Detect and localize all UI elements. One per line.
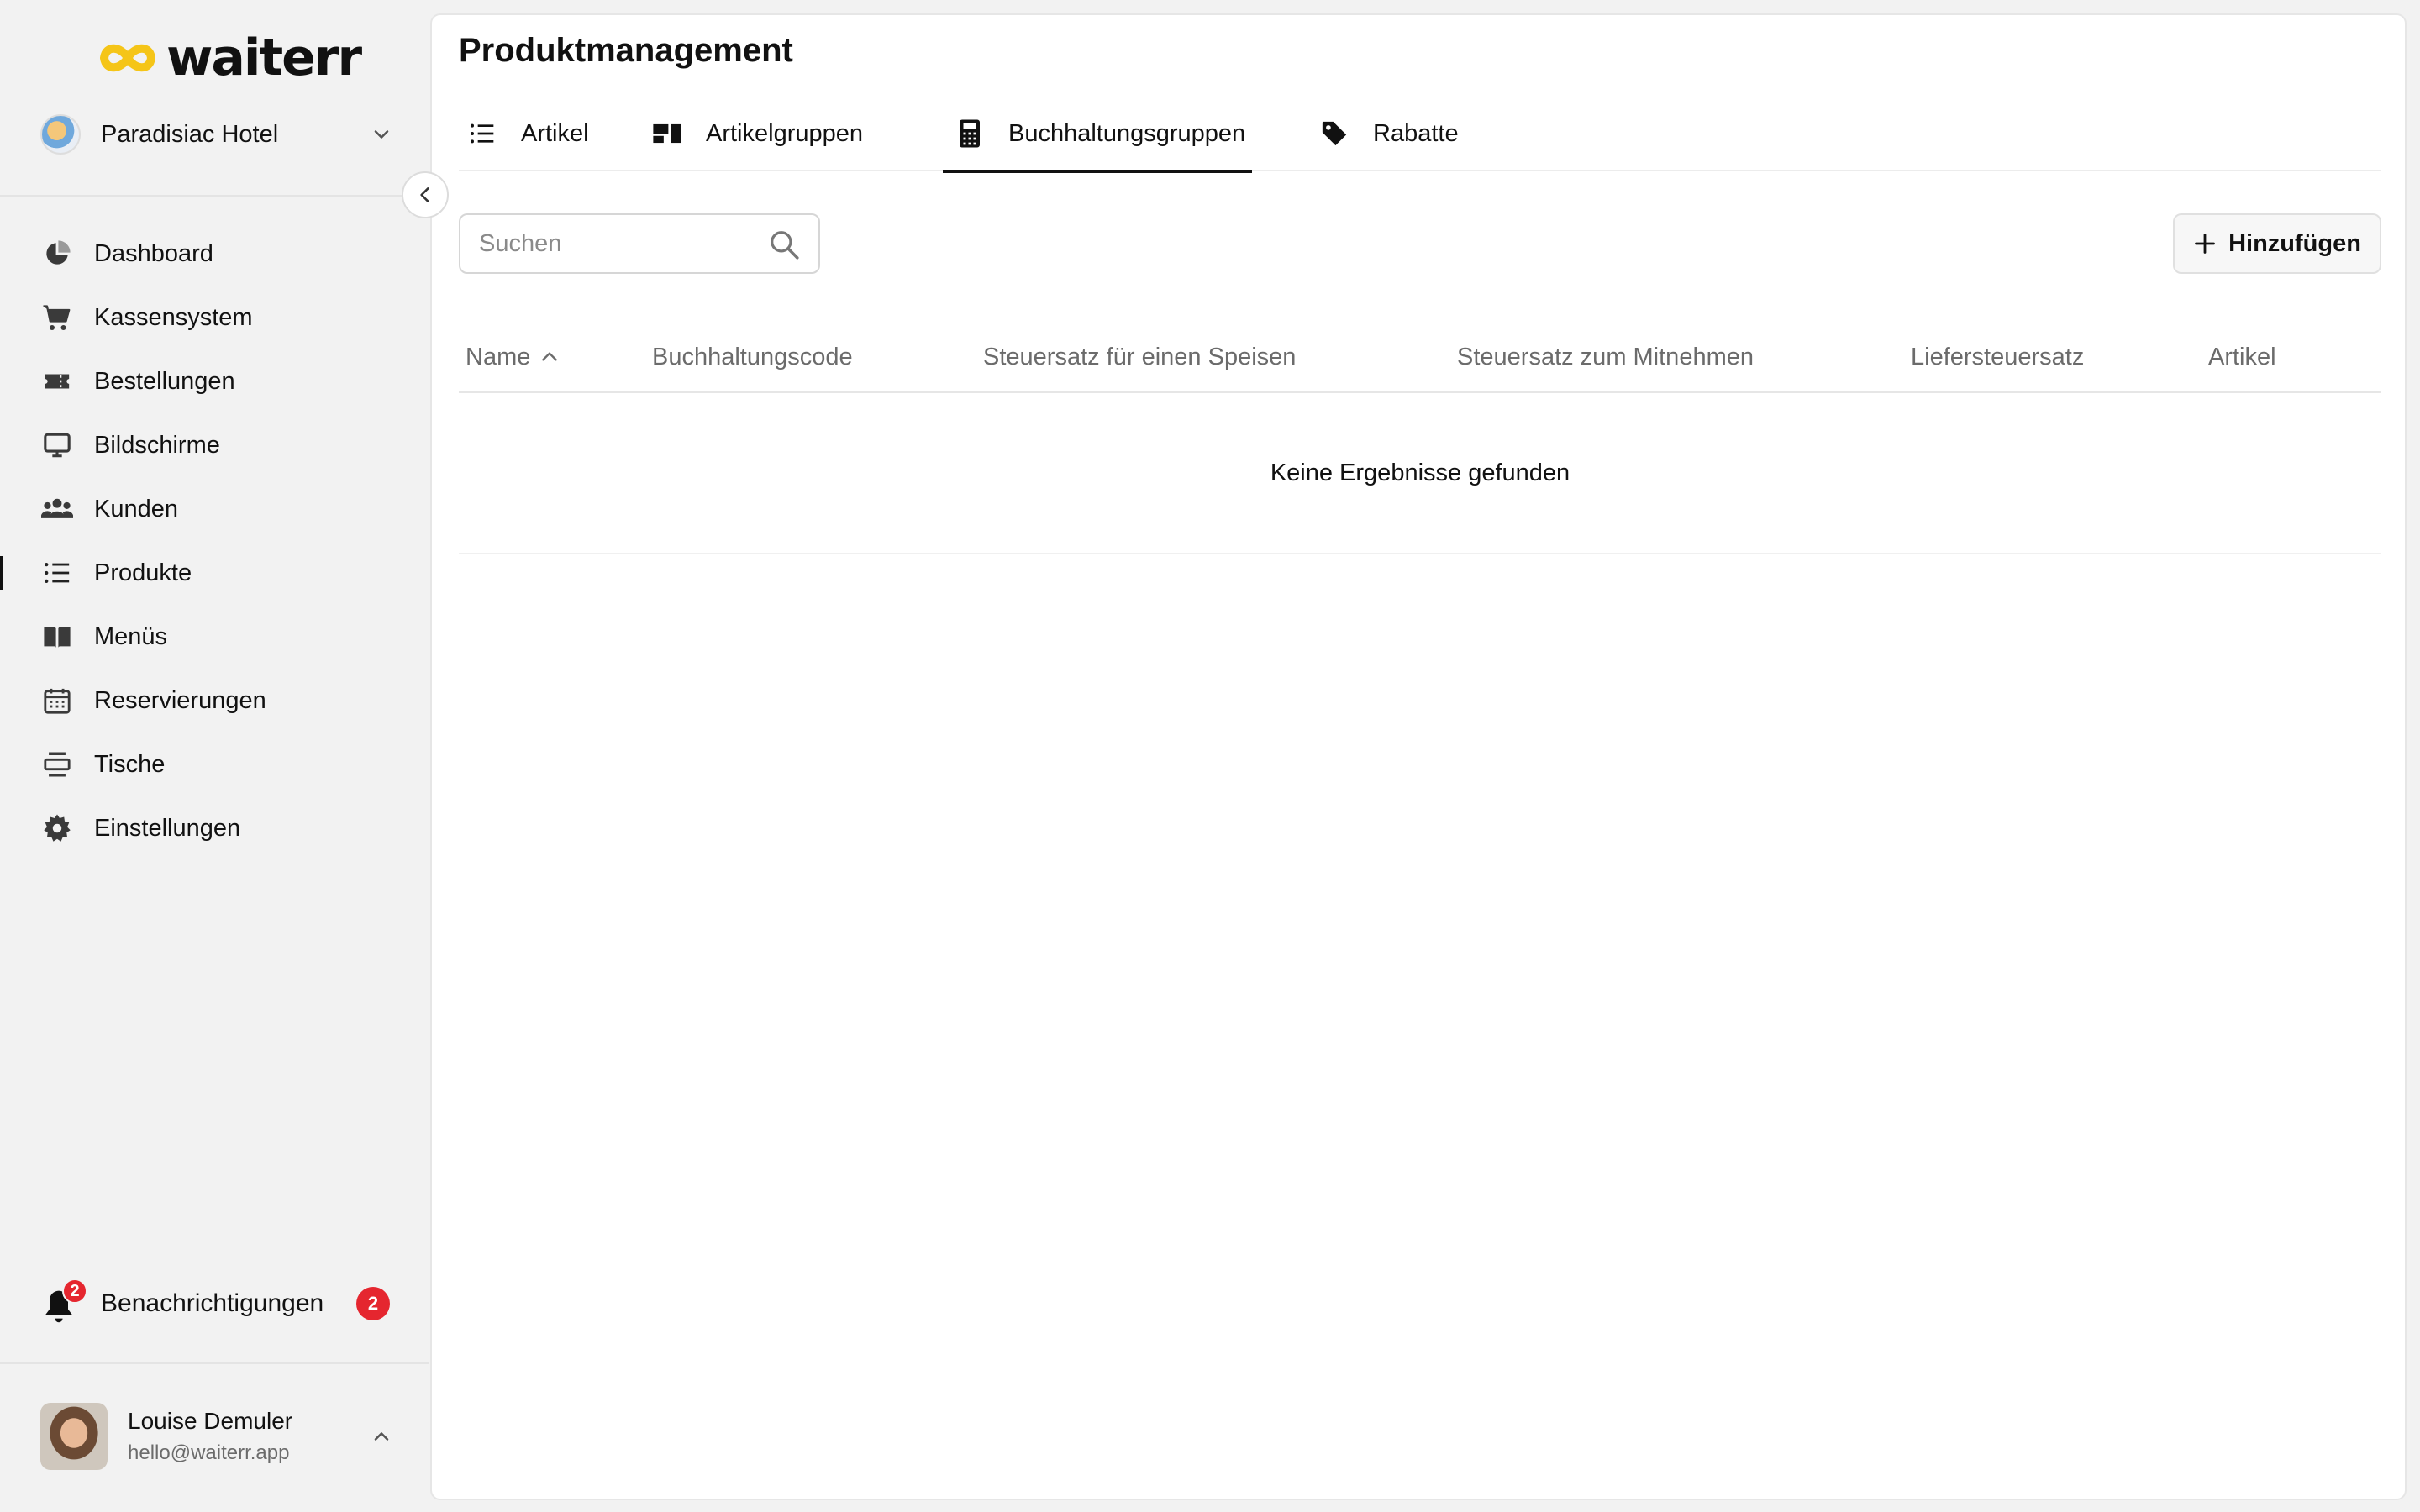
- plus-icon: [2195, 234, 2215, 254]
- sidebar-item-label: Dashboard: [94, 239, 213, 267]
- empty-state-row: Keine Ergebnisse gefunden: [459, 393, 2381, 554]
- sidebar-divider: [0, 1362, 429, 1364]
- column-label: Liefersteuersatz: [1911, 343, 2085, 370]
- sidebar-item-menues[interactable]: Menüs: [0, 605, 429, 669]
- sidebar-nav: Dashboard Kassensystem Bestellungen Bild…: [0, 222, 429, 860]
- empty-state-message: Keine Ergebnisse gefunden: [1270, 459, 1570, 486]
- sidebar-item-label: Produkte: [94, 559, 192, 586]
- tab-label: Rabatte: [1373, 119, 1459, 147]
- infinity-logo-icon: [100, 44, 155, 72]
- column-label: Artikel: [2208, 343, 2276, 370]
- sidebar-item-tische[interactable]: Tische: [0, 732, 429, 796]
- chevron-left-icon: [420, 187, 429, 202]
- page-title: Produktmanagement: [459, 32, 793, 69]
- sidebar-item-label: Reservierungen: [94, 686, 266, 714]
- tab-label: Buchhaltungsgruppen: [1008, 119, 1246, 147]
- logo-text: waiterr: [166, 29, 362, 87]
- column-header-steuersatz-speisen[interactable]: Steuersatz für einen Speisen: [983, 321, 1296, 393]
- add-button[interactable]: Hinzufügen: [2173, 213, 2381, 274]
- tab-label: Artikel: [521, 119, 589, 147]
- tab-label: Artikelgruppen: [706, 119, 863, 147]
- sidebar-item-label: Bestellungen: [94, 367, 235, 395]
- column-header-artikel[interactable]: Artikel: [2208, 321, 2276, 393]
- sidebar-item-produkte[interactable]: Produkte: [0, 541, 429, 605]
- venue-name: Paradisiac Hotel: [101, 120, 279, 148]
- accounting-groups-table: Name Buchhaltungscode Steuersatz für ein…: [459, 321, 2381, 554]
- sidebar-item-dashboard[interactable]: Dashboard: [0, 222, 429, 286]
- table-header: Name Buchhaltungscode Steuersatz für ein…: [459, 321, 2381, 393]
- column-header-name[interactable]: Name: [466, 321, 560, 393]
- bell-icon: 2: [40, 1278, 87, 1324]
- main-panel: Produktmanagement Artikel Artikelgruppen…: [430, 13, 2407, 1500]
- sidebar-item-label: Menüs: [94, 622, 168, 650]
- sidebar-item-label: Kunden: [94, 495, 178, 522]
- tab-artikelgruppen[interactable]: Artikelgruppen: [652, 96, 863, 171]
- bell-badge: 2: [62, 1278, 87, 1304]
- column-header-steuersatz-mitnehmen[interactable]: Steuersatz zum Mitnehmen: [1457, 321, 1754, 393]
- groups-icon: [652, 118, 682, 149]
- cart-icon: [40, 301, 74, 334]
- user-email: hello@waiterr.app: [128, 1441, 290, 1464]
- monitor-icon: [40, 428, 74, 462]
- sidebar-item-reservierungen[interactable]: Reservierungen: [0, 669, 429, 732]
- column-label: Buchhaltungscode: [652, 343, 853, 370]
- user-info: Louise Demuler hello@waiterr.app: [128, 1408, 292, 1465]
- column-label: Steuersatz zum Mitnehmen: [1457, 343, 1754, 370]
- sidebar-item-kunden[interactable]: Kunden: [0, 477, 429, 541]
- users-icon: [40, 492, 74, 526]
- sidebar-item-label: Bildschirme: [94, 431, 220, 459]
- list-icon: [40, 556, 74, 590]
- notifications-label: Benachrichtigungen: [101, 1289, 324, 1317]
- book-icon: [40, 620, 74, 654]
- calculator-icon: [955, 118, 985, 149]
- sidebar-item-bildschirme[interactable]: Bildschirme: [0, 413, 429, 477]
- table-icon: [40, 748, 74, 781]
- sidebar-item-einstellungen[interactable]: Einstellungen: [0, 796, 429, 860]
- sort-ascending-icon: [542, 352, 558, 361]
- column-label: Name: [466, 343, 531, 370]
- sidebar-item-bestellungen[interactable]: Bestellungen: [0, 349, 429, 413]
- tab-buchhaltungsgruppen[interactable]: Buchhaltungsgruppen: [942, 96, 1253, 173]
- search-field[interactable]: [459, 213, 820, 274]
- list-icon: [467, 118, 497, 149]
- search-input[interactable]: [460, 215, 818, 272]
- avatar: [40, 1403, 108, 1470]
- sidebar: waiterr Paradisiac Hotel Dashboard Kasse…: [0, 0, 429, 1512]
- tab-bar: Artikel Artikelgruppen Buchhaltungsgrupp…: [459, 96, 2381, 173]
- hotel-avatar: [40, 114, 81, 155]
- tab-rabatte[interactable]: Rabatte: [1319, 96, 1459, 171]
- tag-icon: [1319, 118, 1349, 149]
- venue-selector[interactable]: Paradisiac Hotel: [40, 111, 393, 158]
- sidebar-item-kassensystem[interactable]: Kassensystem: [0, 286, 429, 349]
- sidebar-item-label: Tische: [94, 750, 166, 778]
- calendar-icon: [40, 684, 74, 717]
- search-icon[interactable]: [768, 228, 800, 260]
- column-label: Steuersatz für einen Speisen: [983, 343, 1297, 370]
- sidebar-item-label: Kassensystem: [94, 303, 253, 331]
- add-button-label: Hinzufügen: [2228, 229, 2361, 257]
- notifications-item[interactable]: 2 Benachrichtigungen 2: [40, 1277, 393, 1331]
- tab-artikel[interactable]: Artikel: [467, 96, 589, 171]
- column-header-liefersteuersatz[interactable]: Liefersteuersatz: [1911, 321, 2084, 393]
- notifications-count-badge: 2: [356, 1287, 390, 1320]
- sidebar-item-label: Einstellungen: [94, 814, 241, 842]
- chevron-up-icon: [374, 1432, 389, 1441]
- waiterr-logo[interactable]: waiterr: [97, 29, 362, 87]
- gear-icon: [40, 811, 74, 845]
- user-name: Louise Demuler: [128, 1408, 293, 1434]
- chevron-down-icon: [374, 130, 389, 139]
- collapse-sidebar-button[interactable]: [402, 171, 449, 218]
- sidebar-divider: [0, 195, 429, 197]
- user-menu[interactable]: Louise Demuler hello@waiterr.app: [40, 1401, 393, 1472]
- column-header-buchhaltungscode[interactable]: Buchhaltungscode: [652, 321, 853, 393]
- pie-chart-icon: [40, 237, 74, 270]
- ticket-icon: [40, 365, 74, 398]
